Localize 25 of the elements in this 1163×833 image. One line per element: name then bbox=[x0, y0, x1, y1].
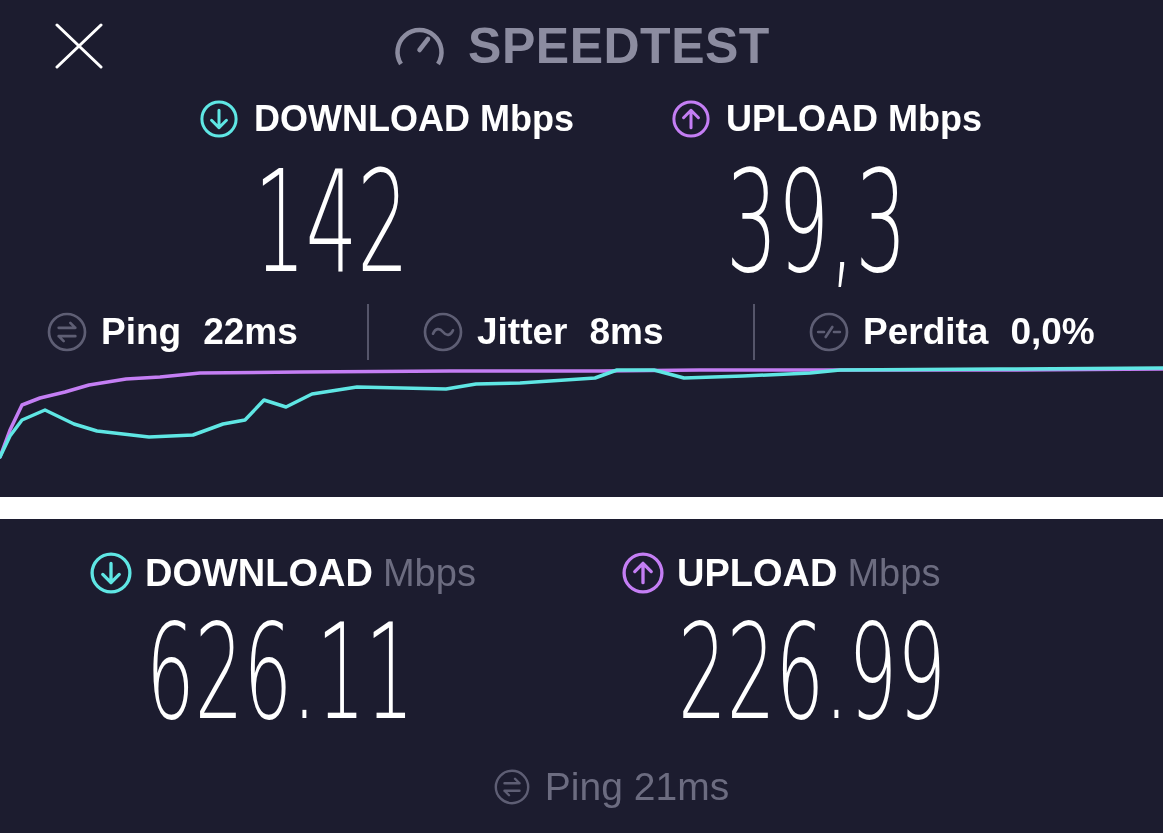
unit-label: Mbps bbox=[847, 553, 941, 593]
metric-value: 0,0% bbox=[1010, 312, 1095, 352]
result-value: 39,3 bbox=[726, 141, 907, 304]
ping-value: 21ms bbox=[633, 767, 730, 807]
ping-label: Ping bbox=[544, 767, 623, 807]
result-label: UPLOAD bbox=[726, 99, 878, 139]
wave-icon bbox=[423, 312, 463, 352]
metric-value: 8ms bbox=[589, 312, 664, 352]
metric-label: Ping bbox=[101, 312, 182, 352]
ping-arrows-icon bbox=[493, 769, 530, 805]
result-value: 226.99 bbox=[678, 595, 946, 749]
unit-label: Mbps bbox=[479, 99, 574, 139]
result-value: 142 bbox=[254, 141, 409, 304]
metric-value: 22ms bbox=[203, 312, 298, 352]
metric-label: Jitter bbox=[477, 312, 568, 352]
metric-label: Perdita bbox=[863, 312, 989, 352]
unit-label: Mbps bbox=[382, 553, 476, 593]
close-icon[interactable] bbox=[55, 23, 103, 69]
result-label: UPLOAD bbox=[677, 553, 838, 593]
app-title: SPEEDTEST bbox=[468, 23, 770, 69]
result-label: DOWNLOAD bbox=[254, 99, 470, 139]
result-value: 626.11 bbox=[146, 595, 414, 749]
ping-arrows-icon bbox=[47, 312, 87, 352]
result-label: DOWNLOAD bbox=[145, 553, 373, 593]
unit-label: Mbps bbox=[888, 99, 982, 139]
